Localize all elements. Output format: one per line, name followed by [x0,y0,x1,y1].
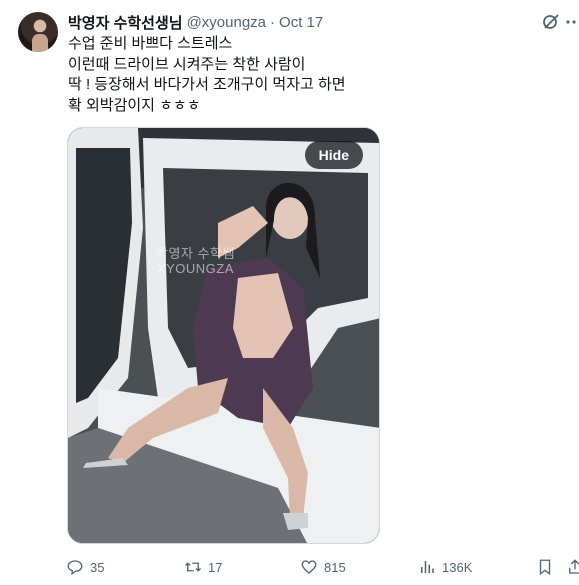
grok-button[interactable] [541,12,561,32]
share-button[interactable] [566,553,579,581]
watermark-line-1: 박영자 수학쌤 [156,246,235,261]
share-icon [569,559,579,574]
tweet-actions: 35 17 815 136K [0,553,579,581]
author-display-name[interactable]: 박영자 수학선생님 [68,12,183,33]
retweet-count: 17 [208,559,223,575]
tweet-header: 박영자 수학선생님 @xyoungza · Oct 17 [68,12,323,32]
avatar[interactable] [18,12,58,52]
reply-icon [67,560,83,576]
views-icon [421,561,434,573]
tweet[interactable]: 박영자 수학선생님 @xyoungza · Oct 17 수업 준비 바쁘다 스… [0,0,579,585]
avatar-figure [32,34,48,52]
retweet-button[interactable]: 17 [184,553,222,581]
tweet-text: 수업 준비 바쁘다 스트레스 이런때 드라이브 시켜주는 착한 사람이 딱 ! … [68,35,346,114]
like-button[interactable]: 815 [300,553,346,581]
heart-icon [301,560,317,574]
retweet-icon [185,562,201,572]
bookmark-icon [539,559,551,576]
hide-media-button[interactable]: Hide [304,141,363,169]
media-watermark: 박영자 수학쌤 XYOUNGZA [156,246,235,276]
like-count: 815 [324,559,346,575]
author-handle[interactable]: @xyoungza [187,14,266,31]
views-button[interactable]: 136K [418,553,472,581]
media-photo [68,128,379,543]
more-icon [566,20,576,24]
views-count: 136K [442,559,473,575]
bookmark-button[interactable] [536,553,554,581]
tweet-date[interactable]: Oct 17 [279,14,323,31]
grok-icon [543,14,559,29]
tweet-media[interactable]: Hide 박영자 수학쌤 XYOUNGZA [67,127,380,544]
more-button[interactable] [565,12,579,32]
reply-count: 35 [90,559,105,575]
watermark-line-2: XYOUNGZA [156,261,234,276]
reply-button[interactable]: 35 [66,553,104,581]
separator-dot: · [270,13,276,31]
